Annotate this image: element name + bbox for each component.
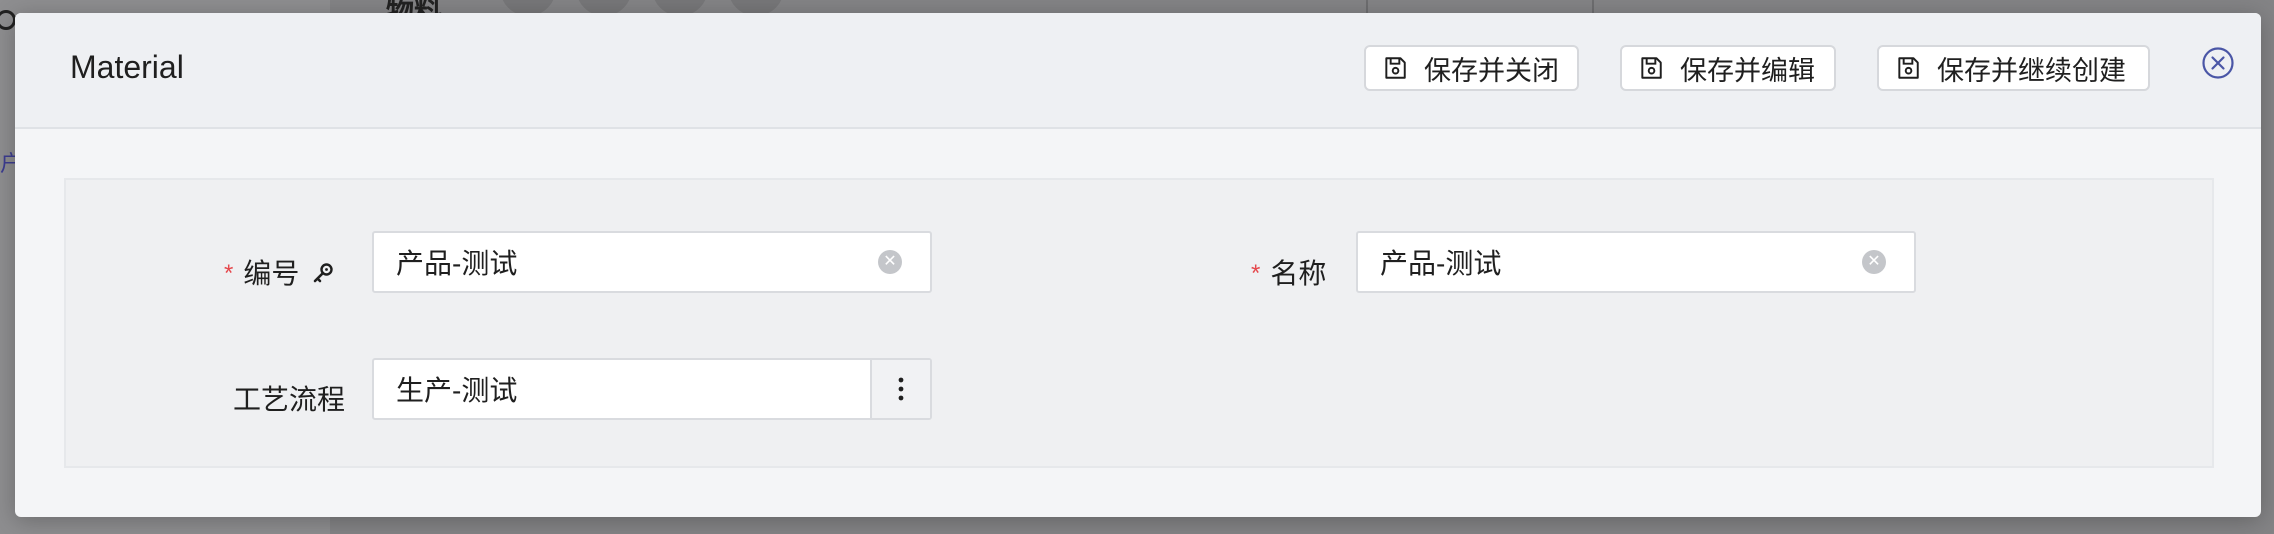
- save-and-continue-button[interactable]: 保存并继续创建: [1877, 45, 2150, 91]
- name-input[interactable]: 产品-测试 ✕: [1356, 231, 1916, 293]
- key-icon: [314, 263, 334, 283]
- save-and-continue-label: 保存并继续创建: [1937, 55, 2126, 86]
- close-circle-icon[interactable]: [2201, 46, 2235, 80]
- material-modal: Material 保存并关闭 保存并编辑 保存并继续创建 * 编号 产品-测试 …: [15, 13, 2261, 517]
- name-field-label: * 名称: [1251, 252, 1326, 292]
- vertical-ellipsis-icon: [898, 377, 904, 401]
- save-and-close-label: 保存并关闭: [1424, 55, 1559, 86]
- name-input-value: 产品-测试: [1380, 248, 1502, 279]
- required-mark: *: [1251, 260, 1261, 287]
- process-input[interactable]: 生产-测试: [372, 358, 932, 420]
- save-icon: [1641, 57, 1662, 79]
- form-panel: * 编号 产品-测试 ✕ * 名称 产品-测试 ✕ 工艺流程 生产-测试: [64, 178, 2214, 468]
- modal-header: Material 保存并关闭 保存并编辑 保存并继续创建: [15, 13, 2261, 129]
- save-icon: [1898, 57, 1919, 79]
- name-label-text: 名称: [1270, 258, 1327, 289]
- save-icon: [1385, 57, 1406, 79]
- required-mark: *: [224, 260, 234, 287]
- code-label-text: 编号: [243, 258, 300, 289]
- modal-title: Material: [70, 49, 184, 85]
- save-and-edit-label: 保存并编辑: [1680, 55, 1815, 86]
- process-field-label: 工艺流程: [233, 384, 346, 415]
- code-input[interactable]: 产品-测试 ✕: [372, 231, 932, 293]
- background-divider: [1592, 0, 1594, 14]
- save-and-close-button[interactable]: 保存并关闭: [1364, 45, 1579, 91]
- code-field-label: * 编号: [224, 252, 335, 292]
- clear-icon[interactable]: ✕: [1862, 250, 1886, 274]
- background-divider: [1366, 0, 1368, 14]
- clear-icon[interactable]: ✕: [878, 250, 902, 274]
- process-input-value: 生产-测试: [396, 375, 518, 406]
- process-select-button[interactable]: [870, 360, 930, 418]
- save-and-edit-button[interactable]: 保存并编辑: [1620, 45, 1836, 91]
- code-input-value: 产品-测试: [396, 248, 518, 279]
